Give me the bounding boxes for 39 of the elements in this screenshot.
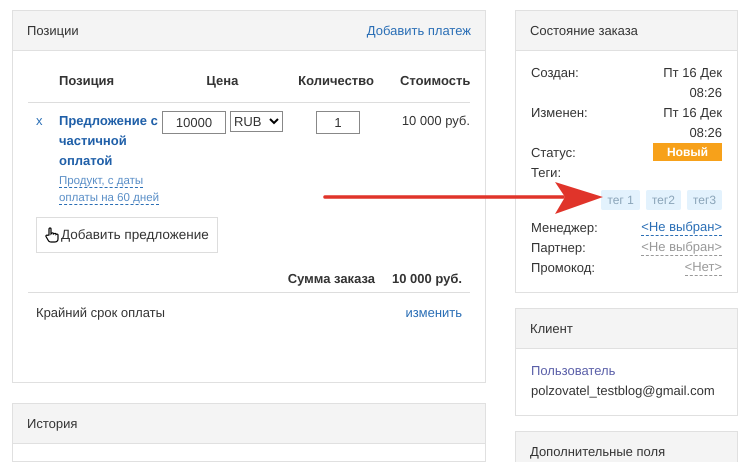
column-header: Цена <box>205 72 240 90</box>
currency-select[interactable]: RUB <box>230 111 283 132</box>
card-title: Дополнительные поля <box>530 443 666 462</box>
card-title: Позиции <box>27 22 79 40</box>
total-value: 10 000 руб. <box>392 270 462 288</box>
card-title: История <box>27 414 78 433</box>
field-label: Менеджер: <box>531 219 598 237</box>
field-value: Пт 16 Дек 08:26 <box>662 104 722 142</box>
field-link[interactable]: <Нет> <box>684 258 722 276</box>
offer-link[interactable]: Предложение с частичной оплатой <box>59 111 159 171</box>
field-label: Партнер: <box>531 239 586 257</box>
card-title: Клиент <box>530 320 573 338</box>
pointer-hand-icon <box>45 227 59 243</box>
column-header: Стоимость <box>400 72 470 90</box>
manager-link[interactable]: <Не выбран> <box>641 218 722 236</box>
price-field[interactable]: 10000 <box>162 111 226 134</box>
client-name-link[interactable]: Пользователь <box>531 361 722 381</box>
field-link[interactable]: <Не выбран> <box>641 238 722 256</box>
card-title: Состояние заказа <box>530 22 638 40</box>
quantity-field[interactable]: 1 <box>316 111 360 134</box>
column-header: Количество <box>297 72 375 90</box>
change-link[interactable]: изменить <box>405 303 462 322</box>
field-label: Создан: <box>531 64 579 82</box>
add-payment-link[interactable]: Добавить платеж <box>366 20 471 40</box>
field-value: Пт 16 Дек 08:26 <box>662 64 722 102</box>
deadline-label: Крайний срок оплаты <box>36 304 165 322</box>
field-label: Промокод: <box>531 259 595 277</box>
add-offer-button[interactable]: Добавить предложение <box>36 217 218 253</box>
field-label: Теги: <box>531 164 562 182</box>
field-label: Изменен: <box>531 104 588 122</box>
cost-cell-text: 10 000 руб. <box>400 112 470 130</box>
total-label: Сумма заказа <box>288 270 375 288</box>
client-email: polzovatel_testblog@gmail.com <box>531 382 716 400</box>
column-header: Позиция <box>59 72 116 90</box>
field-label: Статус: <box>531 144 576 162</box>
chevron-down-icon <box>269 118 279 125</box>
status-badge: Новый <box>653 143 722 161</box>
offer-description-link[interactable]: Продукт, с даты оплаты на 60 дней <box>59 173 159 207</box>
remove-link[interactable]: x <box>28 111 59 131</box>
